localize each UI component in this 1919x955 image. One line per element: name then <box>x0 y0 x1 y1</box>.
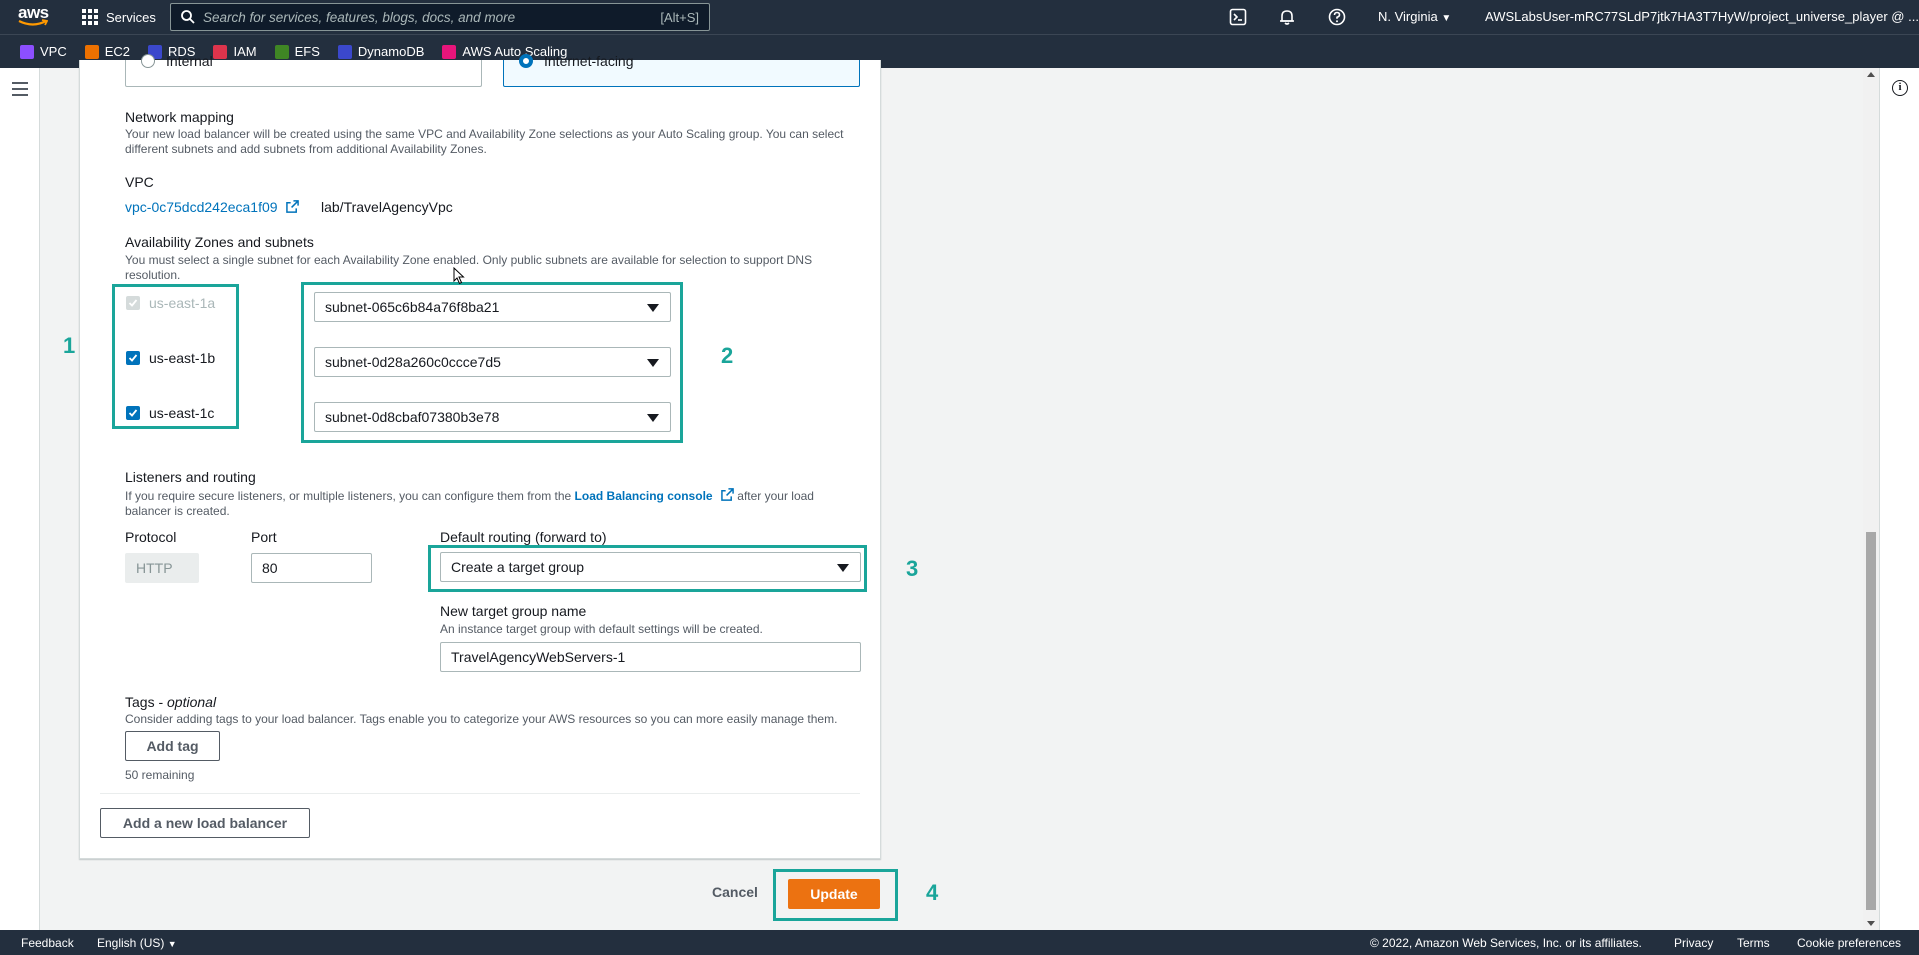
add-tag-button[interactable]: Add tag <box>125 731 220 761</box>
scrollbar-thumb[interactable] <box>1866 532 1876 910</box>
tags-title: Tags - optional <box>125 694 217 710</box>
info-icon[interactable]: i <box>1892 80 1908 96</box>
feedback-link[interactable]: Feedback <box>21 936 74 950</box>
network-mapping-description: Your new load balancer will be created u… <box>125 127 844 156</box>
aws-logo[interactable]: aws <box>16 3 50 30</box>
favorite-vpc[interactable]: VPC <box>20 44 67 59</box>
annotation-number-1: 1 <box>63 333 76 358</box>
search-icon <box>181 10 195 24</box>
top-navigation: aws Services [Alt+S] N. Virginia ▼ AWSLa… <box>0 0 1919 34</box>
vpc-name: lab/TravelAgencyVpc <box>321 199 453 215</box>
listeners-title: Listeners and routing <box>125 469 256 485</box>
iam-service-icon <box>213 44 228 59</box>
mouse-cursor-icon <box>453 267 465 285</box>
annotation-number-2: 2 <box>721 343 734 368</box>
scheme-internet-facing-option[interactable]: Internet-facing <box>503 53 860 87</box>
page-footer: Feedback English (US) ▼ © 2022, Amazon W… <box>0 930 1919 955</box>
az-subnets-description: You must select a single subnet for each… <box>125 253 813 282</box>
chevron-down-icon: ▼ <box>1441 13 1452 24</box>
dynamodb-service-icon <box>337 44 352 59</box>
grid-icon <box>82 9 98 25</box>
search-input[interactable] <box>203 9 661 25</box>
auto-scaling-service-icon <box>442 44 457 59</box>
copyright-text: © 2022, Amazon Web Services, Inc. or its… <box>1370 936 1642 950</box>
vpc-label: VPC <box>125 174 154 190</box>
search-shortcut-hint: [Alt+S] <box>660 9 699 25</box>
default-routing-label: Default routing (forward to) <box>440 529 607 545</box>
target-group-name-input[interactable]: TravelAgencyWebServers-1 <box>440 642 861 672</box>
port-label: Port <box>251 529 277 545</box>
section-divider <box>100 793 860 794</box>
favorite-iam[interactable]: IAM <box>213 44 257 59</box>
protocol-field: HTTP <box>125 553 199 583</box>
vpc-service-icon <box>20 44 34 59</box>
notifications-bell-icon[interactable] <box>1278 8 1296 26</box>
scroll-down-arrow-icon[interactable] <box>1867 921 1875 926</box>
target-group-name-label: New target group name <box>440 603 587 619</box>
search-bar[interactable]: [Alt+S] <box>170 3 710 31</box>
region-selector[interactable]: N. Virginia ▼ <box>1378 9 1451 24</box>
language-selector[interactable]: English (US) ▼ <box>97 936 177 950</box>
page-scrollbar[interactable] <box>1863 68 1879 930</box>
external-link-icon <box>286 200 300 213</box>
add-new-load-balancer-button[interactable]: Add a new load balancer <box>100 808 310 838</box>
terms-link[interactable]: Terms <box>1737 936 1770 950</box>
cookie-preferences-link[interactable]: Cookie preferences <box>1797 936 1901 950</box>
cloudshell-icon[interactable] <box>1229 8 1247 26</box>
network-mapping-title: Network mapping <box>125 109 234 125</box>
radio-unselected-icon <box>141 54 155 68</box>
listeners-description: If you require secure listeners, or mult… <box>125 488 814 518</box>
annotation-number-3: 3 <box>906 556 919 581</box>
port-input[interactable]: 80 <box>251 553 372 583</box>
az-subnets-title: Availability Zones and subnets <box>125 234 314 250</box>
account-menu[interactable]: AWSLabsUser-mRC77SLdP7jtk7HA3T7HyW/proje… <box>1485 9 1919 24</box>
highlight-box-default-routing <box>428 545 867 592</box>
load-balancer-config-panel: Internal Internet-facing Network mapping… <box>79 53 881 859</box>
target-group-name-description: An instance target group with default se… <box>440 622 763 636</box>
ec2-service-icon <box>84 44 99 59</box>
tags-description: Consider adding tags to your load balanc… <box>125 712 838 726</box>
favorite-efs[interactable]: EFS <box>274 44 320 59</box>
radio-selected-icon <box>519 54 533 68</box>
scroll-up-arrow-icon[interactable] <box>1867 72 1875 77</box>
scheme-internal-option[interactable]: Internal <box>125 53 482 87</box>
vpc-link[interactable]: vpc-0c75dcd242eca1f09 <box>125 199 300 215</box>
external-link-icon <box>721 488 734 501</box>
annotation-number-4: 4 <box>926 880 939 905</box>
highlight-box-update <box>773 869 898 921</box>
load-balancing-console-link[interactable]: Load Balancing console <box>575 489 713 503</box>
highlight-box-az-checkboxes <box>112 284 239 429</box>
privacy-link[interactable]: Privacy <box>1674 936 1713 950</box>
right-side-rail: i <box>1879 68 1919 930</box>
aws-smile-icon <box>18 19 48 26</box>
highlight-box-subnet-selects <box>301 282 683 443</box>
hamburger-menu-icon[interactable] <box>12 82 28 100</box>
tags-remaining: 50 remaining <box>125 768 195 782</box>
left-side-rail <box>0 68 40 930</box>
efs-service-icon <box>274 44 289 59</box>
favorite-ec2[interactable]: EC2 <box>84 44 130 59</box>
services-menu-button[interactable]: Services <box>82 7 156 27</box>
protocol-label: Protocol <box>125 529 177 545</box>
chevron-down-icon: ▼ <box>167 939 177 949</box>
favorite-dynamodb[interactable]: DynamoDB <box>337 44 424 59</box>
help-icon[interactable] <box>1328 8 1346 26</box>
cancel-button[interactable]: Cancel <box>712 884 758 900</box>
